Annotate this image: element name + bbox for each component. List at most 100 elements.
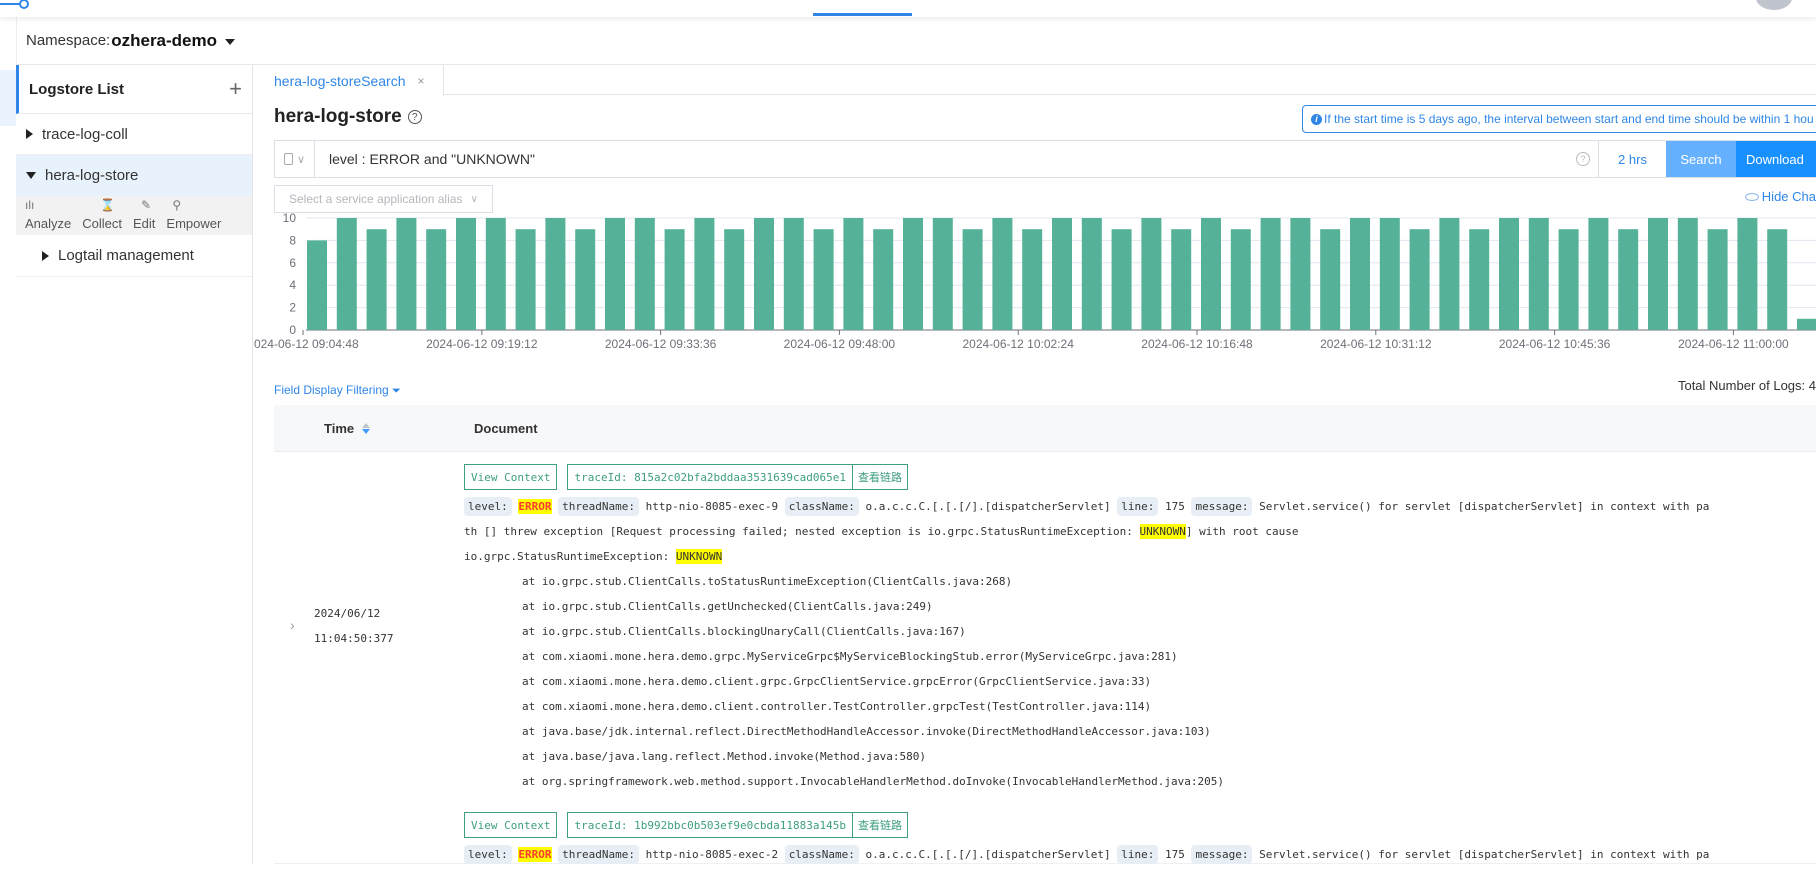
log-fields-line: level: ERROR threadName: http-nio-8085-e…	[464, 494, 1816, 519]
histogram-bar[interactable]	[515, 229, 536, 330]
histogram-bar[interactable]	[932, 218, 953, 330]
histogram-bar[interactable]	[1201, 218, 1221, 330]
histogram-bar[interactable]	[1528, 218, 1549, 330]
query-type-select[interactable]: ∨	[275, 141, 315, 177]
histogram-bar[interactable]	[426, 229, 447, 330]
view-trace-link[interactable]: 查看链路	[853, 465, 907, 489]
download-button[interactable]: Download	[1736, 141, 1816, 177]
histogram-bar[interactable]	[1111, 229, 1132, 330]
empower-button[interactable]: ⚲ Empower	[166, 196, 221, 235]
help-icon[interactable]: ?	[407, 110, 422, 124]
log-row: View Context traceId: 1b992bbc0b503ef9e0…	[274, 801, 1816, 881]
sidebar-item-label: hera-log-store	[45, 167, 139, 184]
collect-button[interactable]: ⌛ Collect	[82, 196, 122, 235]
histogram-bar[interactable]	[1022, 229, 1043, 330]
histogram-bar[interactable]	[694, 218, 715, 330]
histogram-bar[interactable]	[1052, 218, 1072, 330]
histogram-bar[interactable]	[634, 218, 655, 330]
sidebar-item-hera-log-store[interactable]: hera-log-store	[16, 155, 252, 196]
message-text: ] with root cause	[1185, 525, 1299, 538]
histogram-bar[interactable]	[1409, 229, 1430, 330]
time-column-header[interactable]: Time	[324, 421, 371, 436]
histogram-bar[interactable]	[873, 229, 894, 330]
histogram-bar[interactable]	[1737, 218, 1758, 330]
histogram-bar[interactable]	[307, 240, 327, 330]
histogram-bar[interactable]	[545, 218, 566, 330]
service-alias-select[interactable]: Select a service application alias ∨	[274, 185, 493, 213]
histogram-bar[interactable]	[1439, 218, 1460, 330]
sidebar-item-trace-log-coll[interactable]: trace-log-coll	[16, 114, 252, 155]
histogram-bar[interactable]	[1290, 218, 1311, 330]
histogram-bar[interactable]	[1558, 229, 1579, 330]
search-button[interactable]: Search	[1666, 141, 1736, 177]
histogram-bar[interactable]	[724, 229, 745, 330]
close-icon[interactable]: ×	[418, 74, 425, 88]
histogram-bar[interactable]	[754, 218, 774, 330]
time-range-picker[interactable]: 2 hrs	[1598, 141, 1666, 177]
active-nav-tab-indicator[interactable]	[813, 13, 912, 16]
histogram-bar[interactable]	[1588, 218, 1609, 330]
stack-line: at io.grpc.stub.ClientCalls.blockingUnar…	[522, 625, 966, 638]
query-input[interactable]	[315, 141, 1568, 177]
add-logstore-icon[interactable]: +	[229, 76, 242, 102]
histogram-bar[interactable]	[992, 218, 1013, 330]
trace-id-box: traceId: 815a2c02bfa2bddaa3531639cad065e…	[567, 464, 909, 490]
histogram-bar[interactable]	[1320, 229, 1341, 330]
histogram-bar[interactable]	[843, 218, 864, 330]
help-icon: ?	[1576, 152, 1590, 166]
histogram-bar[interactable]	[1767, 229, 1788, 330]
histogram-bar[interactable]	[813, 229, 834, 330]
expand-row-icon[interactable]: ›	[290, 617, 295, 633]
histogram-bar[interactable]	[783, 218, 804, 330]
histogram-bar[interactable]	[1379, 218, 1400, 330]
y-tick-label: 8	[289, 233, 296, 247]
histogram-bar[interactable]	[1618, 229, 1639, 330]
histogram-bar[interactable]	[1677, 218, 1698, 330]
stack-line: at java.base/java.lang.reflect.Method.in…	[522, 750, 926, 763]
histogram-bar[interactable]	[1499, 218, 1519, 330]
sidebar-item-logtail-management[interactable]: Logtail management	[16, 235, 252, 277]
stack-line: at com.xiaomi.mone.hera.demo.client.cont…	[522, 700, 1152, 713]
field-display-filter-link[interactable]: Field Display Filtering ⏷	[274, 383, 401, 398]
histogram-bar[interactable]	[1469, 229, 1490, 330]
analyze-button[interactable]: ılı Analyze	[25, 196, 71, 235]
histogram-bar[interactable]	[962, 229, 983, 330]
histogram-bar[interactable]	[605, 218, 625, 330]
level-value: ERROR	[518, 847, 552, 862]
histogram-bar[interactable]	[1081, 218, 1102, 330]
histogram-bar[interactable]	[456, 218, 476, 330]
hera-logo-icon[interactable]	[0, 0, 30, 10]
log-histogram-chart[interactable]: 0 2 4 6 8 10 2024-06-12 09:04:48 2024-06-12 09:…	[254, 210, 1816, 390]
histogram-bar[interactable]	[1797, 318, 1816, 330]
histogram-bar[interactable]	[1350, 218, 1370, 330]
histogram-bar[interactable]	[396, 218, 417, 330]
histogram-bar[interactable]	[664, 229, 685, 330]
stack-line: at io.grpc.stub.ClientCalls.getUnchecked…	[522, 600, 933, 613]
stack-line: at io.grpc.stub.ClientCalls.toStatusRunt…	[522, 575, 1013, 588]
tab-hera-log-store-search[interactable]: hera-log-storeSearch ×	[254, 65, 444, 96]
caret-down-icon[interactable]	[225, 39, 236, 45]
histogram-bar[interactable]	[336, 218, 357, 330]
user-avatar-icon[interactable]	[1756, 0, 1792, 10]
edit-button[interactable]: ✎ Edit	[133, 196, 155, 235]
view-trace-link[interactable]: 查看链路	[853, 813, 907, 837]
chart-icon: ılı	[25, 198, 35, 212]
histogram-bar[interactable]	[575, 229, 596, 330]
view-context-button[interactable]: View Context	[464, 464, 558, 490]
hide-chart-toggle[interactable]: Hide Cha	[1744, 189, 1816, 204]
namespace-select[interactable]: ozhera-demo	[111, 31, 217, 51]
histogram-bar[interactable]	[903, 218, 923, 330]
histogram-bar[interactable]	[1171, 229, 1192, 330]
histogram-bar[interactable]	[1707, 229, 1728, 330]
sort-icon[interactable]	[362, 422, 371, 434]
histogram-bar[interactable]	[366, 229, 387, 330]
histogram-bar[interactable]	[1230, 229, 1251, 330]
empower-label: Empower	[166, 216, 222, 231]
histogram-bar[interactable]	[485, 218, 506, 330]
query-help[interactable]: ?	[1568, 141, 1598, 177]
histogram-bar[interactable]	[1141, 218, 1162, 330]
view-context-button[interactable]: View Context	[464, 812, 558, 838]
histogram-bar[interactable]	[1648, 218, 1668, 330]
histogram-bar[interactable]	[1260, 218, 1281, 330]
highlight-unknown: UNKNOWN	[1139, 524, 1186, 539]
